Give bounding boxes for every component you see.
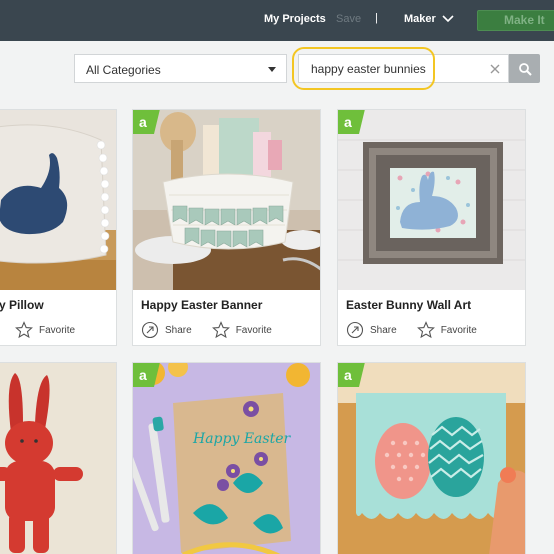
my-projects-link[interactable]: My Projects [264, 13, 326, 25]
search-box [298, 54, 509, 83]
share-icon [141, 321, 159, 339]
project-title[interactable]: Easter Bunny Wall Art [346, 298, 471, 312]
favorite-button[interactable]: Favorite [15, 321, 75, 339]
project-card[interactable]: a Happy Easter Banner Share Favorite [132, 109, 321, 346]
share-label: Share [165, 324, 192, 336]
svg-text:a: a [344, 114, 352, 130]
project-image [133, 110, 320, 290]
access-badge-icon: a [338, 110, 365, 134]
share-icon [346, 321, 364, 339]
project-image [0, 110, 116, 290]
share-label: Share [370, 324, 397, 336]
card-actions: Share Favorite [141, 321, 292, 339]
svg-text:a: a [344, 367, 352, 383]
search-icon [518, 62, 532, 76]
project-title[interactable]: Happy Easter Banner [141, 298, 262, 312]
maker-dropdown[interactable]: Maker [404, 13, 454, 25]
share-button[interactable]: Share [141, 321, 192, 339]
make-it-button[interactable]: Make It [477, 10, 554, 31]
project-image [0, 363, 116, 554]
svg-text:a: a [139, 367, 147, 383]
caret-down-icon [268, 67, 276, 72]
favorite-label: Favorite [235, 324, 272, 336]
project-image [338, 110, 525, 290]
project-card[interactable] [0, 362, 117, 554]
category-select[interactable]: All Categories [74, 54, 287, 83]
project-image: Happy Easter [133, 363, 320, 554]
star-icon [211, 321, 230, 339]
access-badge-icon: a [338, 363, 365, 387]
svg-text:a: a [139, 114, 147, 130]
project-title[interactable]: y Pillow [0, 298, 44, 312]
favorite-button[interactable]: Favorite [211, 321, 272, 339]
top-bar: My Projects Save | Maker Make It [0, 0, 554, 41]
card-image-text: Happy Easter [192, 431, 292, 447]
card-actions: Favorite [15, 321, 95, 339]
maker-label: Maker [404, 13, 436, 25]
star-icon [15, 321, 33, 339]
project-card[interactable]: Happy Easter a [132, 362, 321, 554]
star-icon [416, 321, 435, 339]
search-input[interactable] [311, 62, 481, 76]
search-button[interactable] [509, 54, 540, 83]
clear-icon[interactable] [488, 62, 502, 76]
favorite-label: Favorite [440, 324, 477, 336]
project-card[interactable]: a Easter Bunny Wall Art Share Favorite [337, 109, 526, 346]
favorite-button[interactable]: Favorite [416, 321, 477, 339]
access-badge-icon: a [133, 110, 160, 134]
save-link[interactable]: Save [336, 13, 361, 25]
project-card[interactable]: a [337, 362, 526, 554]
category-select-value: All Categories [86, 63, 161, 77]
favorite-label: Favorite [39, 324, 76, 336]
access-badge-icon: a [133, 363, 160, 387]
nav-separator: | [375, 12, 378, 24]
share-button[interactable]: Share [346, 321, 397, 339]
project-image [338, 363, 525, 554]
project-card[interactable]: y Pillow Favorite [0, 109, 117, 346]
chevron-down-icon [442, 15, 454, 23]
card-actions: Share Favorite [346, 321, 497, 339]
